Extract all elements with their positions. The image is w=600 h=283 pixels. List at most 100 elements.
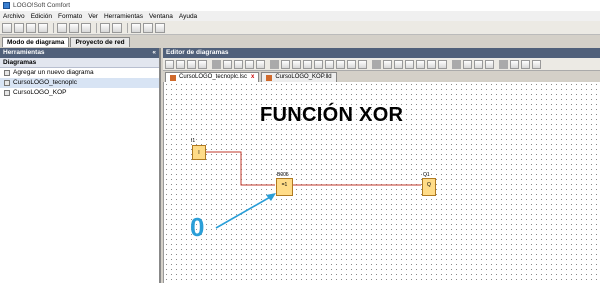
editor-toolbar	[163, 58, 600, 71]
tools-panel: Herramientas « Diagramas Agregar un nuev…	[0, 48, 161, 283]
menu-herramientas[interactable]: Herramientas	[104, 13, 143, 20]
toolbar-separator	[452, 59, 461, 69]
diagrams-section-header[interactable]: Diagramas	[0, 58, 159, 68]
diagram-item-kop[interactable]: CursoLOGO_KOP	[0, 88, 159, 98]
undo-icon[interactable]	[245, 59, 254, 69]
diagram-editor: Editor de diagramas CursoLOGO_tecnoplc.l…	[163, 48, 600, 283]
diagram-item-label: CursoLOGO_tecnoplc	[13, 79, 77, 86]
annotation-arrow	[215, 195, 273, 229]
doc-tab-label: CursoLOGO_KOP.lld	[275, 74, 332, 80]
paste-icon[interactable]	[81, 22, 91, 33]
input-block-name: I1	[191, 138, 196, 144]
doc-tab-kop[interactable]: CursoLOGO_KOP.lld	[261, 72, 337, 82]
output-block-q1[interactable]: Q	[422, 178, 436, 196]
menu-ayuda[interactable]: Ayuda	[179, 13, 197, 20]
connect-tool-icon[interactable]	[176, 59, 185, 69]
upload-icon[interactable]	[532, 59, 541, 69]
help-pointer-icon[interactable]	[155, 22, 165, 33]
zoom-in-icon[interactable]	[383, 59, 392, 69]
tab-network-project[interactable]: Proyecto de red	[70, 37, 130, 47]
input-block-i1[interactable]: I	[192, 145, 206, 160]
main-toolbar	[0, 21, 600, 35]
output-block-symbol: Q	[427, 182, 431, 188]
copy-icon[interactable]	[69, 22, 79, 33]
menu-ventana[interactable]: Ventana	[149, 13, 173, 20]
tab-diagram-mode[interactable]: Modo de diagrama	[2, 37, 70, 47]
block-tool-icon[interactable]	[336, 59, 345, 69]
undo-icon[interactable]	[100, 22, 110, 33]
block-tool-icon[interactable]	[358, 59, 367, 69]
menu-ver[interactable]: Ver	[88, 13, 98, 20]
pencil-icon[interactable]	[416, 59, 425, 69]
select-tool-icon[interactable]	[165, 59, 174, 69]
tools-panel-header: Herramientas «	[0, 48, 159, 58]
split-tool-icon[interactable]	[234, 59, 243, 69]
block-tool-icon[interactable]	[281, 59, 290, 69]
diagram-icon	[4, 80, 10, 86]
layout-icon[interactable]	[438, 59, 447, 69]
block-tool-icon[interactable]	[303, 59, 312, 69]
diagram-item-tecnoplc[interactable]: CursoLOGO_tecnoplc	[0, 78, 159, 88]
toolbar-separator	[212, 59, 221, 69]
diagram-file-icon	[266, 74, 273, 81]
toolbar-separator	[372, 59, 381, 69]
diagram-heading: FUNCIÓN XOR	[260, 104, 404, 126]
close-tab-icon[interactable]: x	[251, 73, 254, 82]
annotation-arrowhead	[266, 193, 276, 201]
xor-block-b005[interactable]: =1	[276, 178, 293, 196]
diagram-item-label: CursoLOGO_KOP	[13, 89, 67, 96]
annotation-value: 0	[190, 212, 205, 242]
layout-icon[interactable]	[427, 59, 436, 69]
constants-tool-icon[interactable]	[187, 59, 196, 69]
toolbar-separator	[53, 22, 54, 33]
redo-icon[interactable]	[112, 22, 122, 33]
menu-edicion[interactable]: Edición	[31, 13, 52, 20]
document-tabs: CursoLOGO_tecnoplc.lsc x CursoLOGO_KOP.l…	[163, 71, 600, 82]
menu-archivo[interactable]: Archivo	[3, 13, 25, 20]
toolbar-separator	[499, 59, 508, 69]
print-icon[interactable]	[38, 22, 48, 33]
text-tool-icon[interactable]	[198, 59, 207, 69]
window-icon[interactable]	[143, 22, 153, 33]
redo-icon[interactable]	[256, 59, 265, 69]
editor-header: Editor de diagramas	[163, 48, 600, 58]
save-icon[interactable]	[26, 22, 36, 33]
diagram-canvas[interactable]: FUNCIÓN XOR I1 I B005 =1 Q1 Q 0	[163, 82, 600, 283]
block-tool-icon[interactable]	[292, 59, 301, 69]
window-title: LOGO!Soft Comfort	[13, 2, 71, 9]
download-icon[interactable]	[521, 59, 530, 69]
signal-icon[interactable]	[510, 59, 519, 69]
app-icon	[3, 2, 10, 9]
open-file-icon[interactable]	[14, 22, 24, 33]
toolbar-separator	[270, 59, 279, 69]
simulation-icon[interactable]	[463, 59, 472, 69]
block-tool-icon[interactable]	[314, 59, 323, 69]
xor-block-symbol: =1	[281, 182, 288, 188]
transfer-icon[interactable]	[474, 59, 483, 69]
add-diagram-label: Agregar un nuevo diagrama	[13, 69, 94, 76]
doc-tab-label: CursoLOGO_tecnoplc.lsc	[179, 74, 248, 80]
cut-icon[interactable]	[57, 22, 67, 33]
grid-icon[interactable]	[131, 22, 141, 33]
block-tool-icon[interactable]	[325, 59, 334, 69]
online-test-icon[interactable]	[485, 59, 494, 69]
new-file-icon[interactable]	[2, 22, 12, 33]
doc-tab-tecnoplc[interactable]: CursoLOGO_tecnoplc.lsc x	[165, 72, 260, 82]
add-diagram-icon	[4, 70, 10, 76]
toolbar-separator	[127, 22, 128, 33]
title-bar: LOGO!Soft Comfort	[0, 0, 600, 11]
block-tool-icon[interactable]	[347, 59, 356, 69]
menu-formato[interactable]: Formato	[58, 13, 82, 20]
toolbar-separator	[96, 22, 97, 33]
zoom-out-icon[interactable]	[394, 59, 403, 69]
wire-input-to-xor	[206, 151, 275, 186]
diagram-file-icon	[170, 74, 176, 81]
diagram-icon	[4, 90, 10, 96]
input-block-symbol: I	[198, 150, 200, 156]
collapse-panel-icon[interactable]: «	[152, 48, 156, 58]
add-diagram-item[interactable]: Agregar un nuevo diagrama	[0, 68, 159, 78]
align-icon[interactable]	[405, 59, 414, 69]
cut-tool-icon[interactable]	[223, 59, 232, 69]
mode-tabs: Modo de diagrama Proyecto de red	[0, 36, 600, 47]
tools-panel-title: Herramientas	[3, 49, 45, 56]
